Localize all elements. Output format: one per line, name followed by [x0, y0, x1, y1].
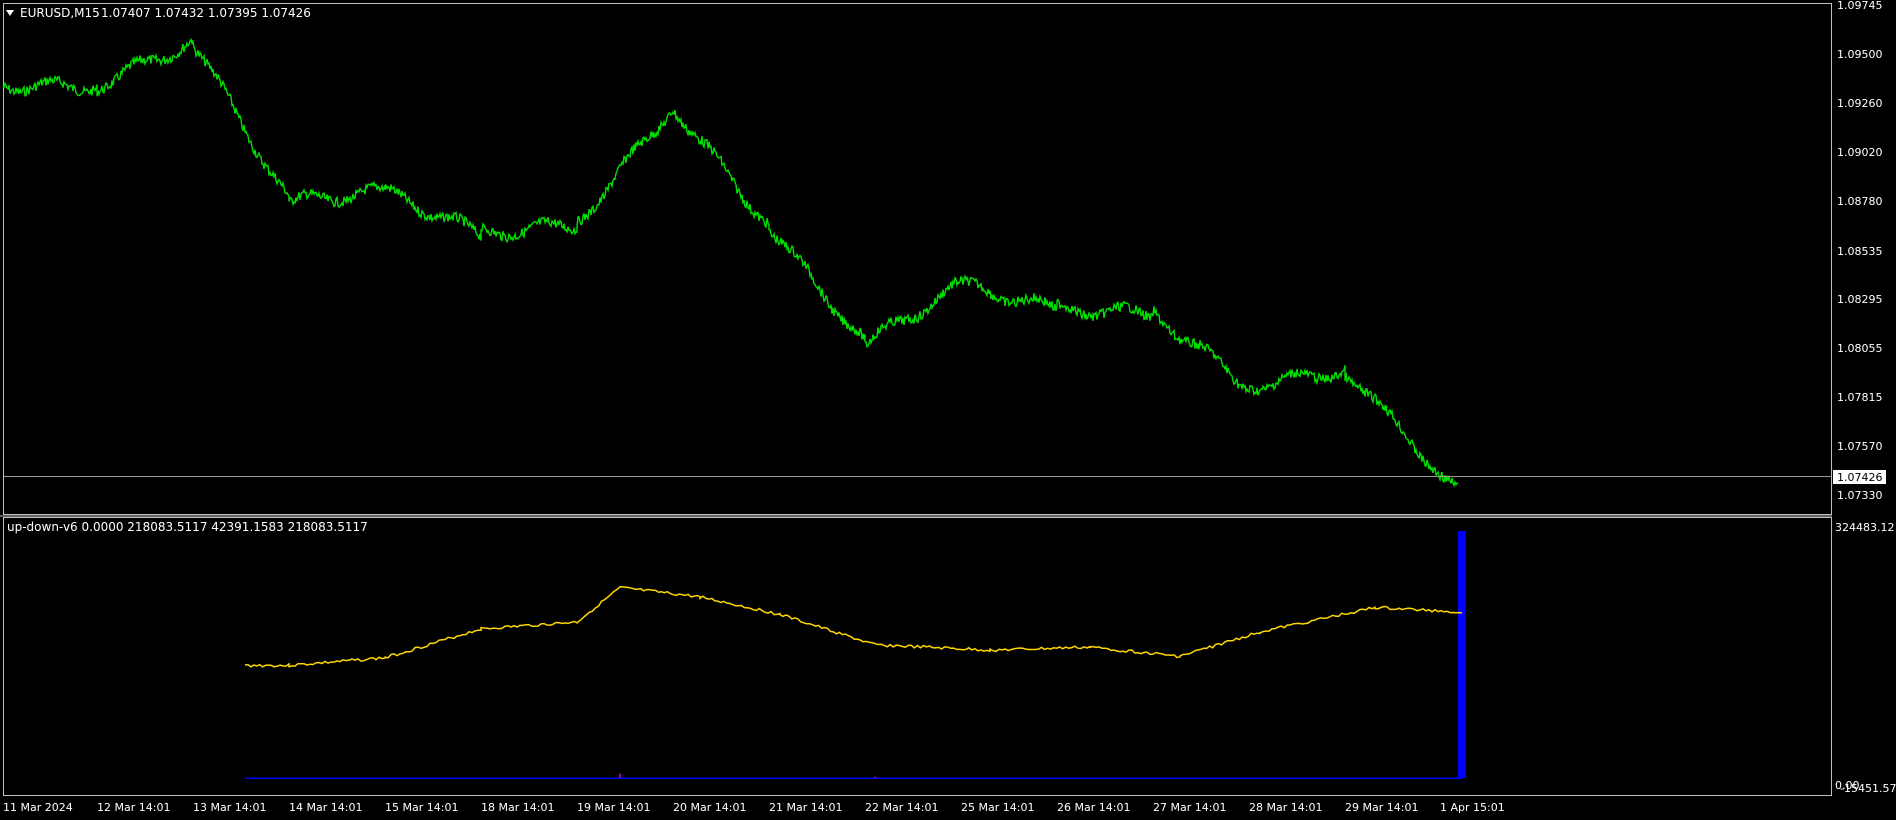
- time-tick: 28 Mar 14:01: [1249, 801, 1322, 814]
- time-tick: 11 Mar 2024: [3, 801, 73, 814]
- price-tick: 1.09500: [1837, 48, 1883, 61]
- price-tick: 1.09260: [1837, 97, 1883, 110]
- time-tick: 18 Mar 14:01: [481, 801, 554, 814]
- price-tick: 1.07570: [1837, 440, 1883, 453]
- time-tick: 25 Mar 14:01: [961, 801, 1034, 814]
- indicator-label: up-down-v6 0.0000 218083.5117 42391.1583…: [7, 520, 368, 534]
- time-tick: 1 Apr 15:01: [1440, 801, 1505, 814]
- ohlc-values: 1.07407 1.07432 1.07395 1.07426: [101, 6, 311, 20]
- time-tick: 12 Mar 14:01: [97, 801, 170, 814]
- price-tick: 1.07815: [1837, 391, 1883, 404]
- trading-chart[interactable]: EURUSD,M15 1.07407 1.07432 1.07395 1.074…: [0, 0, 1896, 820]
- indicator-axis-top: 324483.12: [1835, 521, 1895, 534]
- time-tick: 21 Mar 14:01: [769, 801, 842, 814]
- price-tick: 1.08780: [1837, 195, 1883, 208]
- time-tick: 27 Mar 14:01: [1153, 801, 1226, 814]
- time-tick: 20 Mar 14:01: [673, 801, 746, 814]
- time-tick: 26 Mar 14:01: [1057, 801, 1130, 814]
- price-tick: 1.08535: [1837, 245, 1883, 258]
- histogram-bar: [1458, 531, 1466, 779]
- time-tick: 22 Mar 14:01: [865, 801, 938, 814]
- histogram-bar: [619, 773, 621, 779]
- time-tick: 29 Mar 14:01: [1345, 801, 1418, 814]
- indicator-axis-bottom: -15451.57: [1840, 782, 1896, 795]
- time-tick: 15 Mar 14:01: [385, 801, 458, 814]
- symbol-label: EURUSD,M15: [20, 6, 100, 20]
- price-tick: 1.08295: [1837, 293, 1883, 306]
- price-tick: 1.07330: [1837, 489, 1883, 502]
- time-tick: 19 Mar 14:01: [577, 801, 650, 814]
- time-tick: 14 Mar 14:01: [289, 801, 362, 814]
- current-price-label: 1.07426: [1837, 471, 1883, 484]
- price-tick: 1.08055: [1837, 342, 1883, 355]
- price-tick: 1.09020: [1837, 146, 1883, 159]
- histogram-bar: [874, 776, 876, 779]
- price-tick: 1.09745: [1837, 0, 1883, 12]
- time-tick: 13 Mar 14:01: [193, 801, 266, 814]
